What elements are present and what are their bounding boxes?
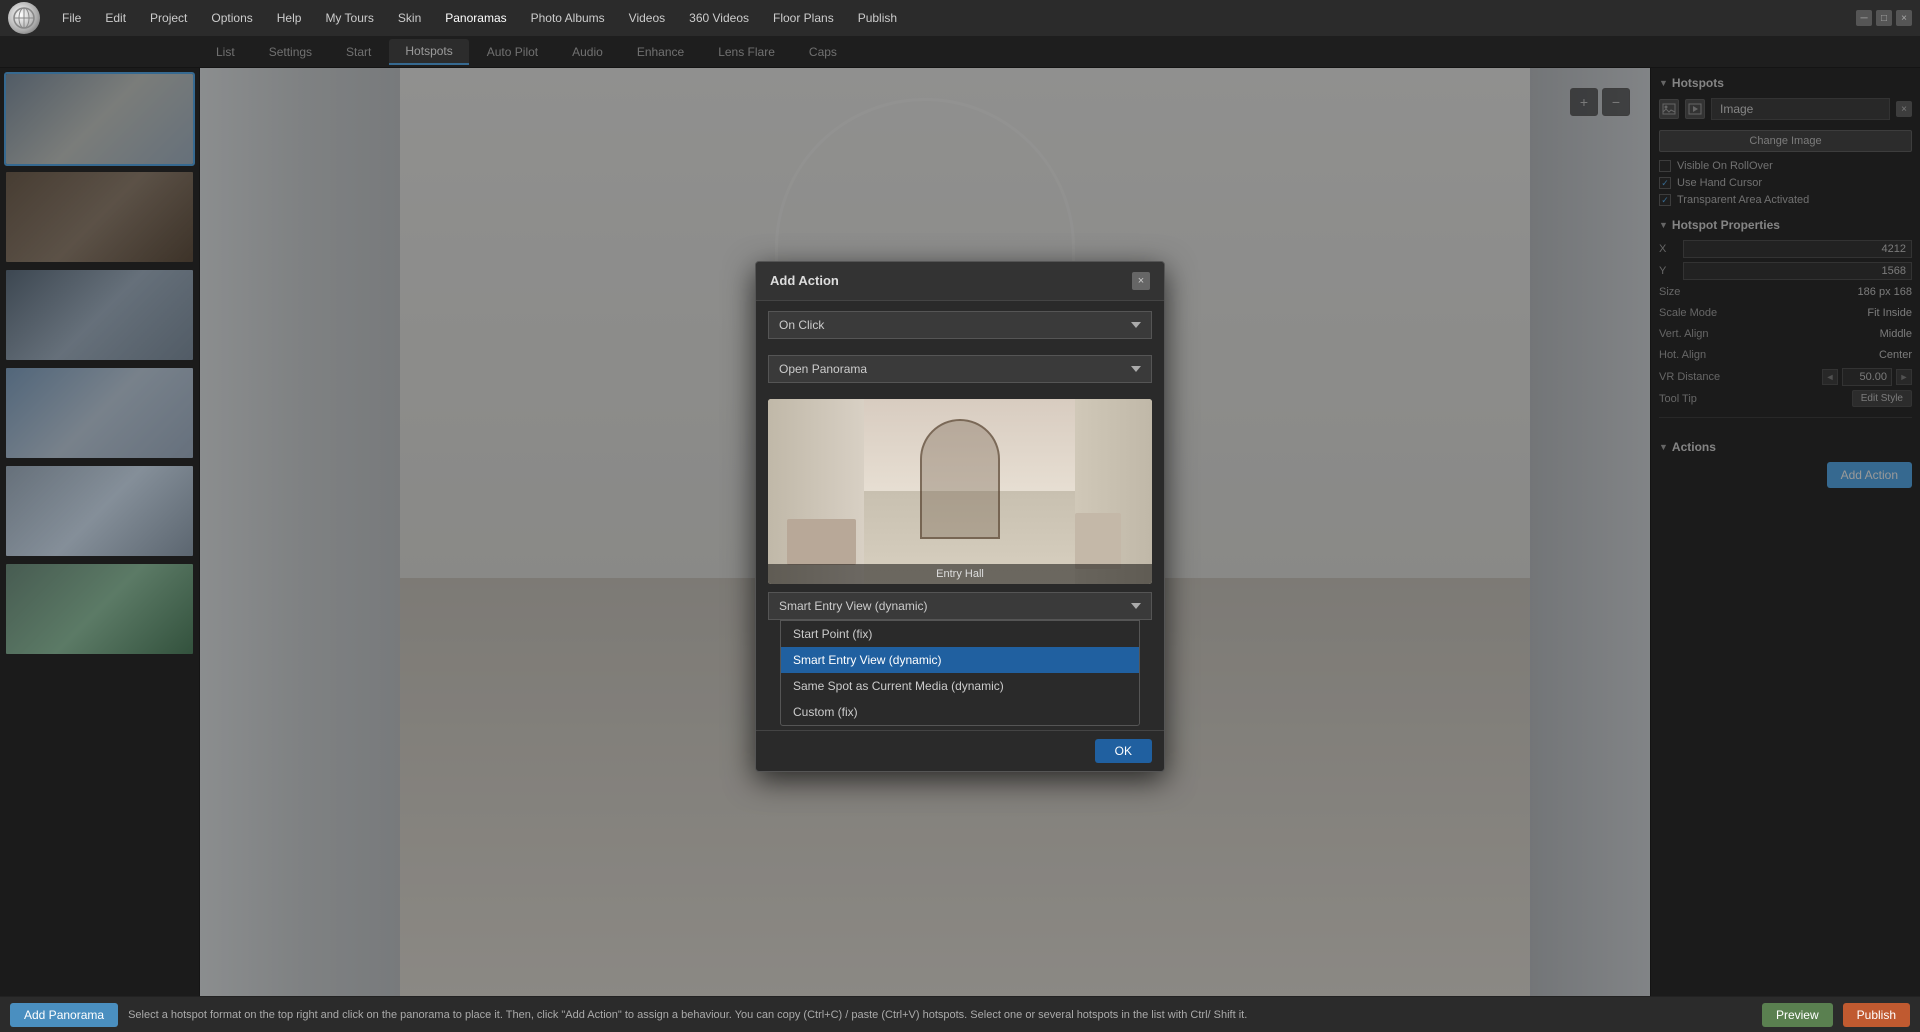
close-window-button[interactable]: ×: [1896, 10, 1912, 26]
trigger-select[interactable]: On Click: [768, 311, 1152, 339]
menu-bar: File Edit Project Options Help My Tours …: [0, 0, 1920, 36]
maximize-button[interactable]: □: [1876, 10, 1892, 26]
window-controls: ─ □ ×: [1856, 10, 1912, 26]
minimize-button[interactable]: ─: [1856, 10, 1872, 26]
view-dropdown-popup: Start Point (fix) Smart Entry View (dyna…: [780, 620, 1140, 726]
menu-help[interactable]: Help: [267, 7, 312, 29]
status-text: Select a hotspot format on the top right…: [128, 1009, 1752, 1021]
dialog-close-button[interactable]: ×: [1132, 272, 1150, 290]
dropdown-option-2[interactable]: Same Spot as Current Media (dynamic): [781, 673, 1139, 699]
dialog-footer: OK: [756, 730, 1164, 771]
add-panorama-button[interactable]: Add Panorama: [10, 1003, 118, 1027]
modal-overlay: Add Action × On Click Open Panorama: [0, 36, 1920, 996]
preview-button[interactable]: Preview: [1762, 1003, 1833, 1027]
menu-my-tours[interactable]: My Tours: [315, 7, 383, 29]
menu-videos[interactable]: Videos: [619, 7, 675, 29]
panorama-preview: Entry Hall: [768, 399, 1152, 584]
menu-photo-albums[interactable]: Photo Albums: [521, 7, 615, 29]
menu-project[interactable]: Project: [140, 7, 197, 29]
menu-360-videos[interactable]: 360 Videos: [679, 7, 759, 29]
menu-options[interactable]: Options: [201, 7, 262, 29]
dropdown-option-0[interactable]: Start Point (fix): [781, 621, 1139, 647]
menu-skin[interactable]: Skin: [388, 7, 431, 29]
panorama-preview-inner: [768, 399, 1152, 584]
dropdown-option-1[interactable]: Smart Entry View (dynamic): [781, 647, 1139, 673]
preview-arch: [920, 419, 1000, 539]
menu-panoramas[interactable]: Panoramas: [435, 7, 516, 29]
menu-file[interactable]: File: [52, 7, 91, 29]
view-dropdown-container: Smart Entry View (dynamic) Start Point (…: [768, 592, 1152, 620]
dialog-title: Add Action: [770, 273, 839, 288]
app-logo: [8, 2, 40, 34]
dialog-title-bar: Add Action ×: [756, 262, 1164, 301]
menu-edit[interactable]: Edit: [95, 7, 136, 29]
publish-button[interactable]: Publish: [1843, 1003, 1910, 1027]
action-select[interactable]: Open Panorama: [768, 355, 1152, 383]
dialog-ok-button[interactable]: OK: [1095, 739, 1152, 763]
menu-floor-plans[interactable]: Floor Plans: [763, 7, 844, 29]
dialog-body: On Click Open Panorama: [756, 301, 1164, 730]
panorama-preview-label: Entry Hall: [768, 564, 1152, 584]
bottom-bar: Add Panorama Select a hotspot format on …: [0, 996, 1920, 1032]
menu-publish[interactable]: Publish: [848, 7, 907, 29]
dropdown-option-3[interactable]: Custom (fix): [781, 699, 1139, 725]
add-action-dialog: Add Action × On Click Open Panorama: [755, 261, 1165, 772]
view-select[interactable]: Smart Entry View (dynamic): [768, 592, 1152, 620]
